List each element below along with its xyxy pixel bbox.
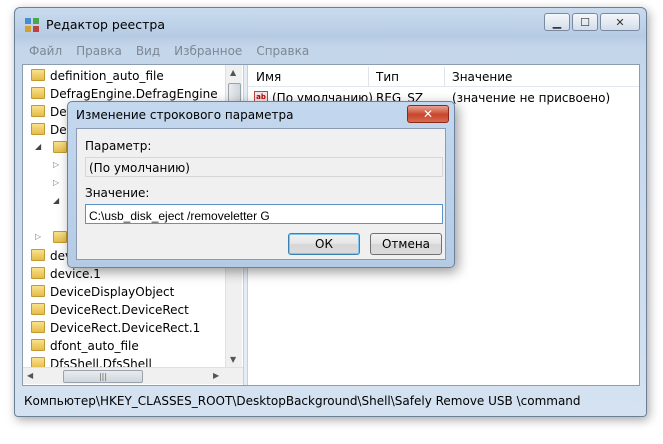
menu-edit[interactable]: Правка	[69, 41, 129, 61]
expand-arrow-icon[interactable]: ◢	[53, 196, 59, 205]
tree-item-label: device.1	[50, 267, 101, 281]
maximize-icon: ☐	[580, 15, 590, 29]
minimize-button[interactable]: ▁	[544, 13, 570, 31]
dialog-close-button[interactable]: ✕	[407, 105, 449, 123]
collapse-arrow-icon[interactable]: ▷	[53, 160, 59, 169]
expand-arrow-icon[interactable]: ◢	[35, 142, 41, 151]
scroll-right-arrow-icon[interactable]: ▶	[213, 371, 219, 380]
folder-icon	[31, 339, 45, 351]
scroll-up-arrow-icon[interactable]: ▲	[230, 68, 236, 77]
list-header: Имя Тип Значение	[248, 67, 639, 87]
folder-icon	[53, 141, 67, 153]
folder-icon	[31, 285, 45, 297]
column-header-name[interactable]: Имя	[256, 70, 281, 84]
folder-icon	[31, 321, 45, 333]
close-icon: ✕	[422, 107, 434, 121]
dialog-body: Параметр: (По умолчанию) Значение: ОК От…	[76, 128, 446, 260]
column-divider[interactable]	[368, 67, 369, 87]
value-data-input[interactable]	[85, 204, 443, 224]
menu-bar: Файл Правка Вид Избранное Справка	[22, 41, 316, 61]
tree-item-label: DefragEngine.DefragEngine	[50, 87, 218, 101]
minimize-icon: ▁	[552, 15, 562, 29]
folder-icon	[31, 267, 45, 279]
tree-horizontal-scrollbar[interactable]: ◀ ||| ▶	[23, 367, 243, 384]
folder-icon	[31, 69, 45, 81]
close-window-button[interactable]: ✕	[600, 13, 640, 31]
scroll-left-arrow-icon[interactable]: ◀	[27, 371, 33, 380]
folder-icon	[31, 303, 45, 315]
tree-item-label: DeviceDisplayObject	[50, 285, 175, 299]
menu-favorites[interactable]: Избранное	[167, 41, 249, 61]
row-value: (значение не присвоено)	[452, 91, 611, 105]
window-title: Редактор реестра	[46, 17, 165, 32]
close-icon: ✕	[615, 15, 625, 29]
folder-icon	[31, 249, 45, 261]
tree-item-label: DeviceRect.DeviceRect.1	[50, 321, 201, 335]
scroll-down-arrow-icon[interactable]: ▼	[230, 355, 236, 364]
parameter-label: Параметр:	[85, 139, 152, 153]
collapse-arrow-icon[interactable]: ▷	[35, 232, 41, 241]
tree-item[interactable]: definition_auto_file	[23, 67, 223, 85]
tree-horizontal-scroll-thumb[interactable]: |||	[63, 370, 143, 383]
column-header-type[interactable]: Тип	[376, 70, 399, 84]
tree-item-label: definition_auto_file	[50, 69, 164, 83]
tree-item[interactable]: DeviceRect.DeviceRect	[23, 301, 223, 319]
cancel-button[interactable]: Отмена	[370, 233, 442, 255]
folder-icon	[31, 87, 45, 99]
status-bar: Компьютер\HKEY_CLASSES_ROOT\DesktopBackg…	[24, 394, 581, 408]
menu-file[interactable]: Файл	[22, 41, 69, 61]
menu-view[interactable]: Вид	[129, 41, 167, 61]
folder-icon	[31, 123, 45, 135]
menu-help[interactable]: Справка	[249, 41, 316, 61]
collapse-arrow-icon[interactable]: ▷	[53, 178, 59, 187]
column-header-value[interactable]: Значение	[452, 70, 512, 84]
caption-buttons: ▁ ☐ ✕	[544, 13, 640, 31]
dialog-title: Изменение строкового параметра	[76, 108, 294, 122]
value-label: Значение:	[85, 186, 150, 200]
folder-icon	[31, 105, 45, 117]
tree-item[interactable]: DeviceDisplayObject	[23, 283, 223, 301]
tree-item[interactable]: DeviceRect.DeviceRect.1	[23, 319, 223, 337]
title-bar[interactable]: Редактор реестра ▁ ☐ ✕	[15, 8, 646, 40]
column-divider[interactable]	[444, 67, 445, 87]
edit-string-dialog: Изменение строкового параметра ✕ Парамет…	[67, 101, 455, 268]
regedit-icon	[25, 18, 39, 32]
ok-button[interactable]: ОК	[288, 233, 360, 255]
maximize-button[interactable]: ☐	[572, 13, 598, 31]
tree-item-label: DeviceRect.DeviceRect	[50, 303, 189, 317]
tree-item-label: dfont_auto_file	[50, 339, 139, 353]
tree-item[interactable]: dfont_auto_file	[23, 337, 223, 355]
folder-icon	[53, 231, 67, 243]
parameter-name-field: (По умолчанию)	[85, 157, 443, 177]
